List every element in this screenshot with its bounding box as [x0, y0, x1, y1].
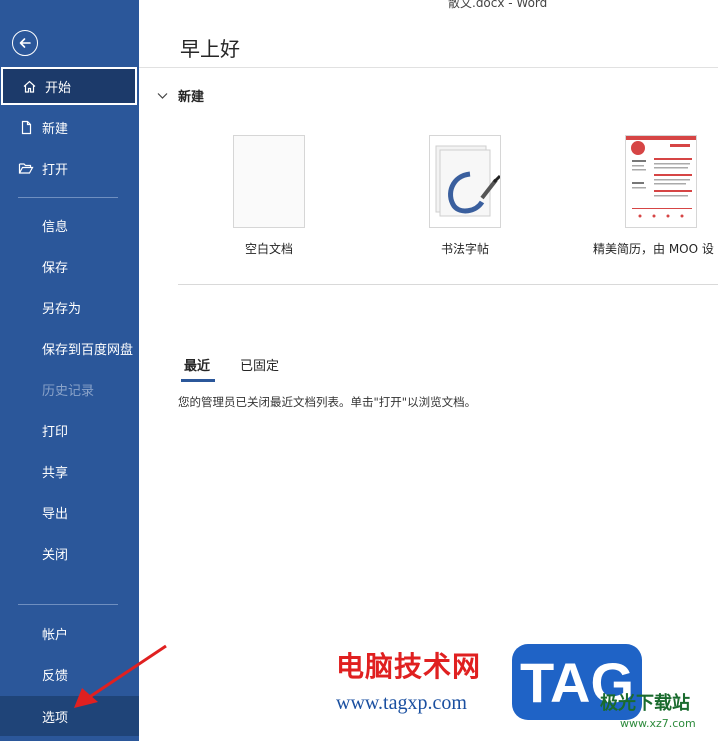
- sidebar-item-open[interactable]: 打开: [0, 149, 139, 187]
- recent-list-disabled-message: 您的管理员已关闭最近文档列表。单击"打开"以浏览文档。: [178, 395, 477, 409]
- sidebar-item-home[interactable]: 开始: [1, 67, 137, 105]
- sidebar-divider: [18, 197, 118, 198]
- sidebar-item-label: 新建: [42, 121, 69, 137]
- sidebar-item-share[interactable]: 共享: [0, 452, 139, 490]
- sidebar-item-save[interactable]: 保存: [0, 247, 139, 285]
- home-icon: [21, 78, 37, 94]
- template-label: 书法字帖: [441, 242, 490, 256]
- blank-document-thumbnail: [233, 135, 305, 228]
- sidebar-item-label: 另存为: [42, 301, 82, 317]
- sidebar-divider: [18, 604, 118, 605]
- sidebar-item-new[interactable]: 新建: [0, 108, 139, 146]
- watermark-xz-url: www.xz7.com: [620, 717, 696, 730]
- active-tab-indicator: [181, 379, 215, 382]
- new-section-toggle[interactable]: 新建: [156, 86, 204, 105]
- template-resume[interactable]: [625, 135, 697, 228]
- watermark-xz-name: 极光下载站: [600, 693, 690, 714]
- sidebar-item-label: 打开: [42, 162, 69, 178]
- template-blank-document[interactable]: [233, 135, 305, 228]
- page-title: 早上好: [180, 37, 240, 61]
- watermark-site-name: 电脑技术网: [336, 650, 482, 683]
- section-title: 新建: [178, 90, 205, 105]
- resume-thumbnail: [625, 135, 697, 228]
- annotation-arrow: [74, 644, 167, 708]
- sidebar-item-close[interactable]: 关闭: [0, 534, 139, 572]
- sidebar-item-label: 历史记录: [42, 383, 95, 399]
- sidebar-item-label: 开始: [45, 80, 72, 96]
- sidebar-item-label: 保存: [42, 260, 69, 276]
- sidebar-item-label: 导出: [42, 506, 69, 522]
- header-divider: [139, 67, 718, 68]
- section-divider: [178, 284, 718, 285]
- template-label: 空白文档: [245, 242, 294, 256]
- sidebar-item-save-as[interactable]: 另存为: [0, 288, 139, 326]
- back-button[interactable]: [12, 30, 38, 56]
- sidebar-item-label: 共享: [42, 465, 69, 481]
- window-title: 散文.docx - Word: [448, 0, 548, 10]
- tab-recent[interactable]: 最近: [184, 355, 210, 374]
- sidebar-item-label: 关闭: [42, 547, 69, 563]
- new-document-icon: [18, 119, 34, 135]
- sidebar-item-info[interactable]: 信息: [0, 206, 139, 244]
- open-folder-icon: [18, 160, 34, 176]
- sidebar-item-label: 信息: [42, 219, 69, 235]
- sidebar-item-label: 打印: [42, 424, 69, 440]
- sidebar-item-save-to-baidu[interactable]: 保存到百度网盘: [0, 329, 139, 367]
- calligraphy-thumbnail: [429, 135, 501, 228]
- back-arrow-icon: [19, 38, 31, 48]
- sidebar-item-print[interactable]: 打印: [0, 411, 139, 449]
- template-calligraphy[interactable]: [429, 135, 501, 228]
- chevron-down-icon: [156, 90, 168, 102]
- sidebar-item-label: 保存到百度网盘: [42, 342, 134, 358]
- sidebar-item-export[interactable]: 导出: [0, 493, 139, 531]
- sidebar-item-history: 历史记录: [0, 370, 139, 408]
- tab-pinned[interactable]: 已固定: [240, 355, 279, 374]
- backstage-sidebar: 开始 新建 打开 信息 保存 另存为 保存到百度网盘 历史记录 打印 共享 导出…: [0, 0, 139, 741]
- watermark-site-url: www.tagxp.com: [336, 692, 467, 714]
- template-label: 精美简历，由 MOO 设: [593, 242, 714, 256]
